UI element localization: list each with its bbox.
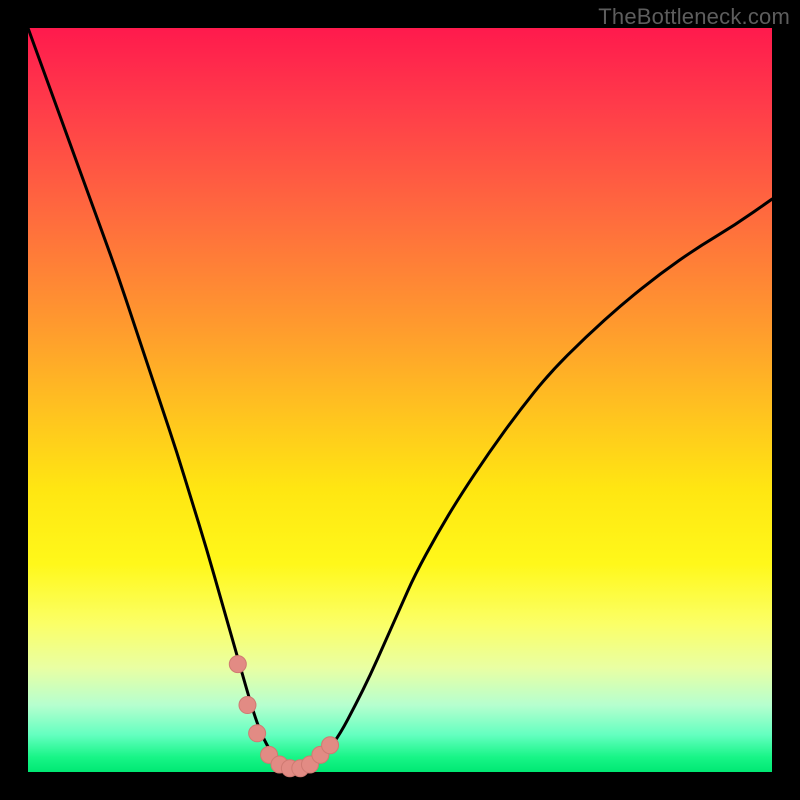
curve-marker xyxy=(322,737,339,754)
marker-group xyxy=(229,656,338,777)
bottleneck-curve xyxy=(28,28,772,768)
plot-area xyxy=(28,28,772,772)
curve-marker xyxy=(239,697,256,714)
chart-frame: TheBottleneck.com xyxy=(0,0,800,800)
watermark-text: TheBottleneck.com xyxy=(598,4,790,30)
curve-marker xyxy=(249,725,266,742)
curve-layer xyxy=(28,28,772,772)
curve-marker xyxy=(229,656,246,673)
